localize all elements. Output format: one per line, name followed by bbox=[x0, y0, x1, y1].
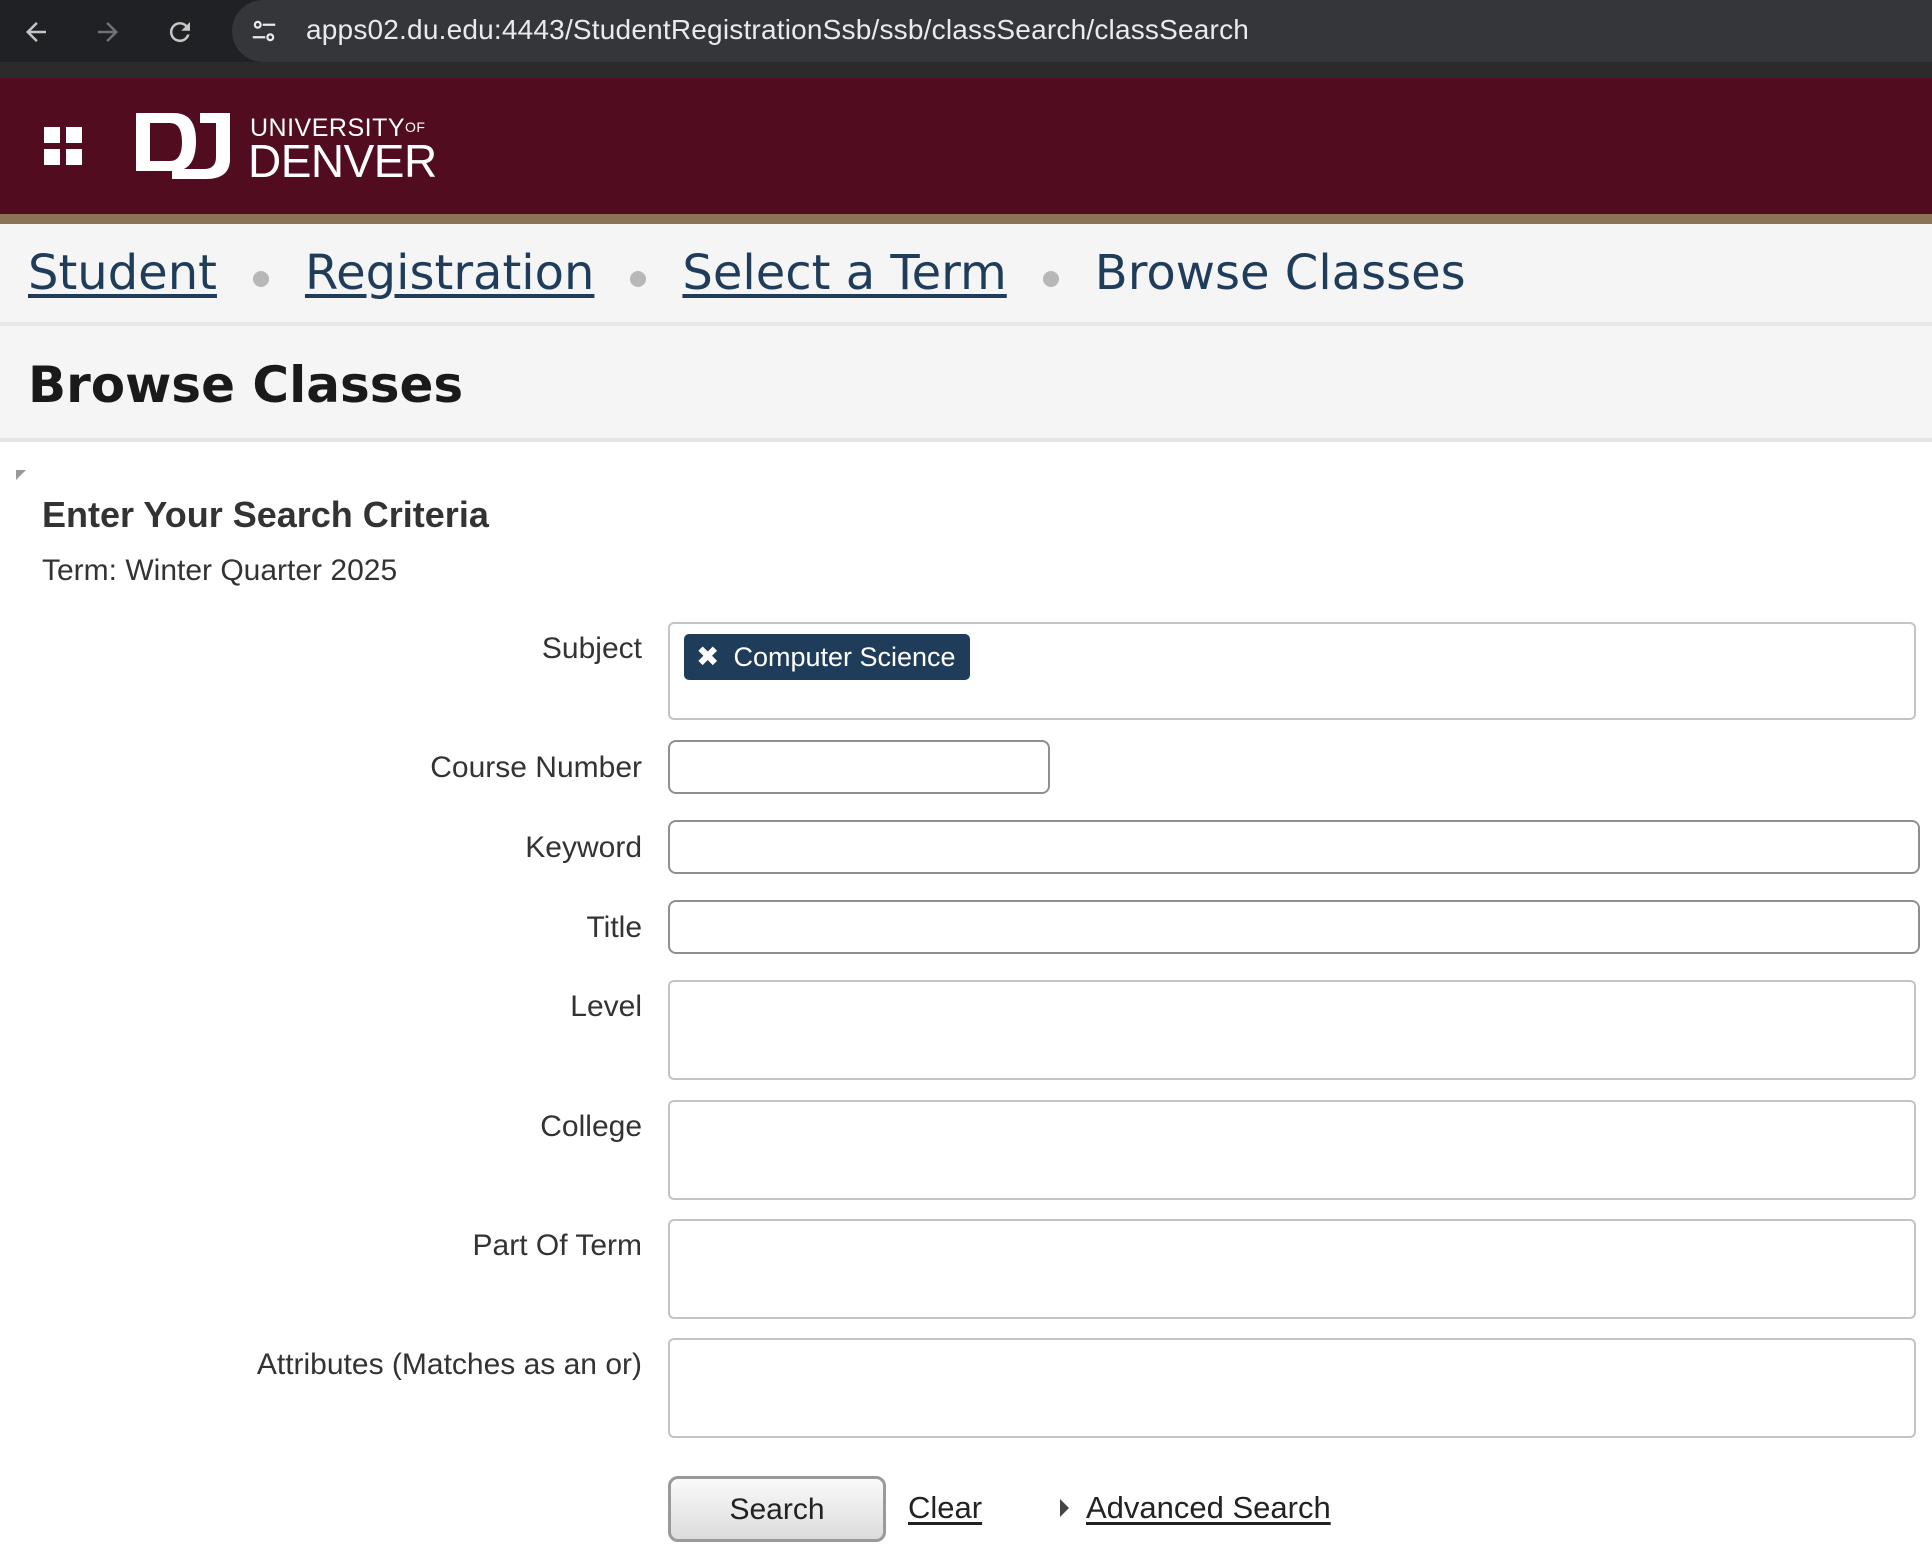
logo-denver-text: DENVER bbox=[248, 135, 437, 187]
breadcrumb-student[interactable]: Student bbox=[28, 245, 217, 301]
site-settings-icon[interactable] bbox=[246, 13, 282, 49]
college-label: College bbox=[540, 1110, 642, 1143]
breadcrumb-separator bbox=[630, 271, 647, 287]
remove-chip-icon[interactable]: ✖ bbox=[696, 643, 719, 671]
level-label: Level bbox=[570, 990, 642, 1023]
apps-menu-icon[interactable] bbox=[44, 127, 82, 165]
du-logo-icon[interactable] bbox=[134, 109, 234, 181]
page-title: Browse Classes bbox=[28, 356, 464, 414]
page-title-bar: Browse Classes bbox=[0, 326, 1932, 442]
breadcrumb-separator bbox=[1042, 271, 1059, 287]
title-input[interactable] bbox=[668, 900, 1920, 954]
browser-toolbar: apps02.du.edu:4443/StudentRegistrationSs… bbox=[0, 0, 1932, 64]
college-select[interactable] bbox=[668, 1100, 1916, 1200]
part-of-term-label: Part Of Term bbox=[472, 1229, 642, 1262]
clear-link[interactable]: Clear bbox=[908, 1490, 982, 1526]
chrome-divider bbox=[0, 62, 1932, 78]
course-number-label: Course Number bbox=[430, 751, 642, 784]
attributes-label: Attributes (Matches as an or) bbox=[256, 1348, 642, 1381]
breadcrumb-current: Browse Classes bbox=[1094, 245, 1466, 301]
breadcrumb-select-term[interactable]: Select a Term bbox=[682, 245, 1006, 301]
breadcrumb-registration[interactable]: Registration bbox=[305, 245, 594, 301]
breadcrumb-separator bbox=[252, 271, 269, 287]
subject-chip-label: Computer Science bbox=[733, 641, 956, 672]
back-arrow-icon[interactable] bbox=[14, 10, 58, 54]
breadcrumb: Student Registration Select a Term Brows… bbox=[0, 224, 1932, 326]
address-bar[interactable]: apps02.du.edu:4443/StudentRegistrationSs… bbox=[232, 0, 1932, 62]
keyword-input[interactable] bbox=[668, 820, 1920, 874]
attributes-select[interactable] bbox=[668, 1338, 1916, 1438]
site-header: UNIVERSITYOF DENVER bbox=[0, 78, 1932, 224]
reload-icon[interactable] bbox=[158, 10, 202, 54]
search-criteria-heading: Enter Your Search Criteria bbox=[42, 494, 489, 535]
url-text[interactable]: apps02.du.edu:4443/StudentRegistrationSs… bbox=[306, 14, 1249, 46]
keyword-label: Keyword bbox=[525, 831, 642, 864]
panel-corner-icon bbox=[16, 470, 26, 480]
title-label: Title bbox=[586, 911, 642, 944]
level-select[interactable] bbox=[668, 980, 1916, 1080]
part-of-term-select[interactable] bbox=[668, 1219, 1916, 1319]
subject-chip[interactable]: ✖ Computer Science bbox=[684, 634, 970, 680]
term-label: Term: Winter Quarter 2025 bbox=[42, 554, 398, 587]
expand-arrow-icon[interactable] bbox=[1060, 1499, 1069, 1517]
search-button[interactable]: Search bbox=[668, 1476, 886, 1542]
subject-select[interactable]: ✖ Computer Science bbox=[668, 622, 1916, 720]
subject-label: Subject bbox=[541, 632, 642, 665]
advanced-search-link[interactable]: Advanced Search bbox=[1086, 1490, 1331, 1526]
forward-arrow-icon[interactable] bbox=[86, 10, 130, 54]
course-number-input[interactable] bbox=[668, 740, 1050, 794]
